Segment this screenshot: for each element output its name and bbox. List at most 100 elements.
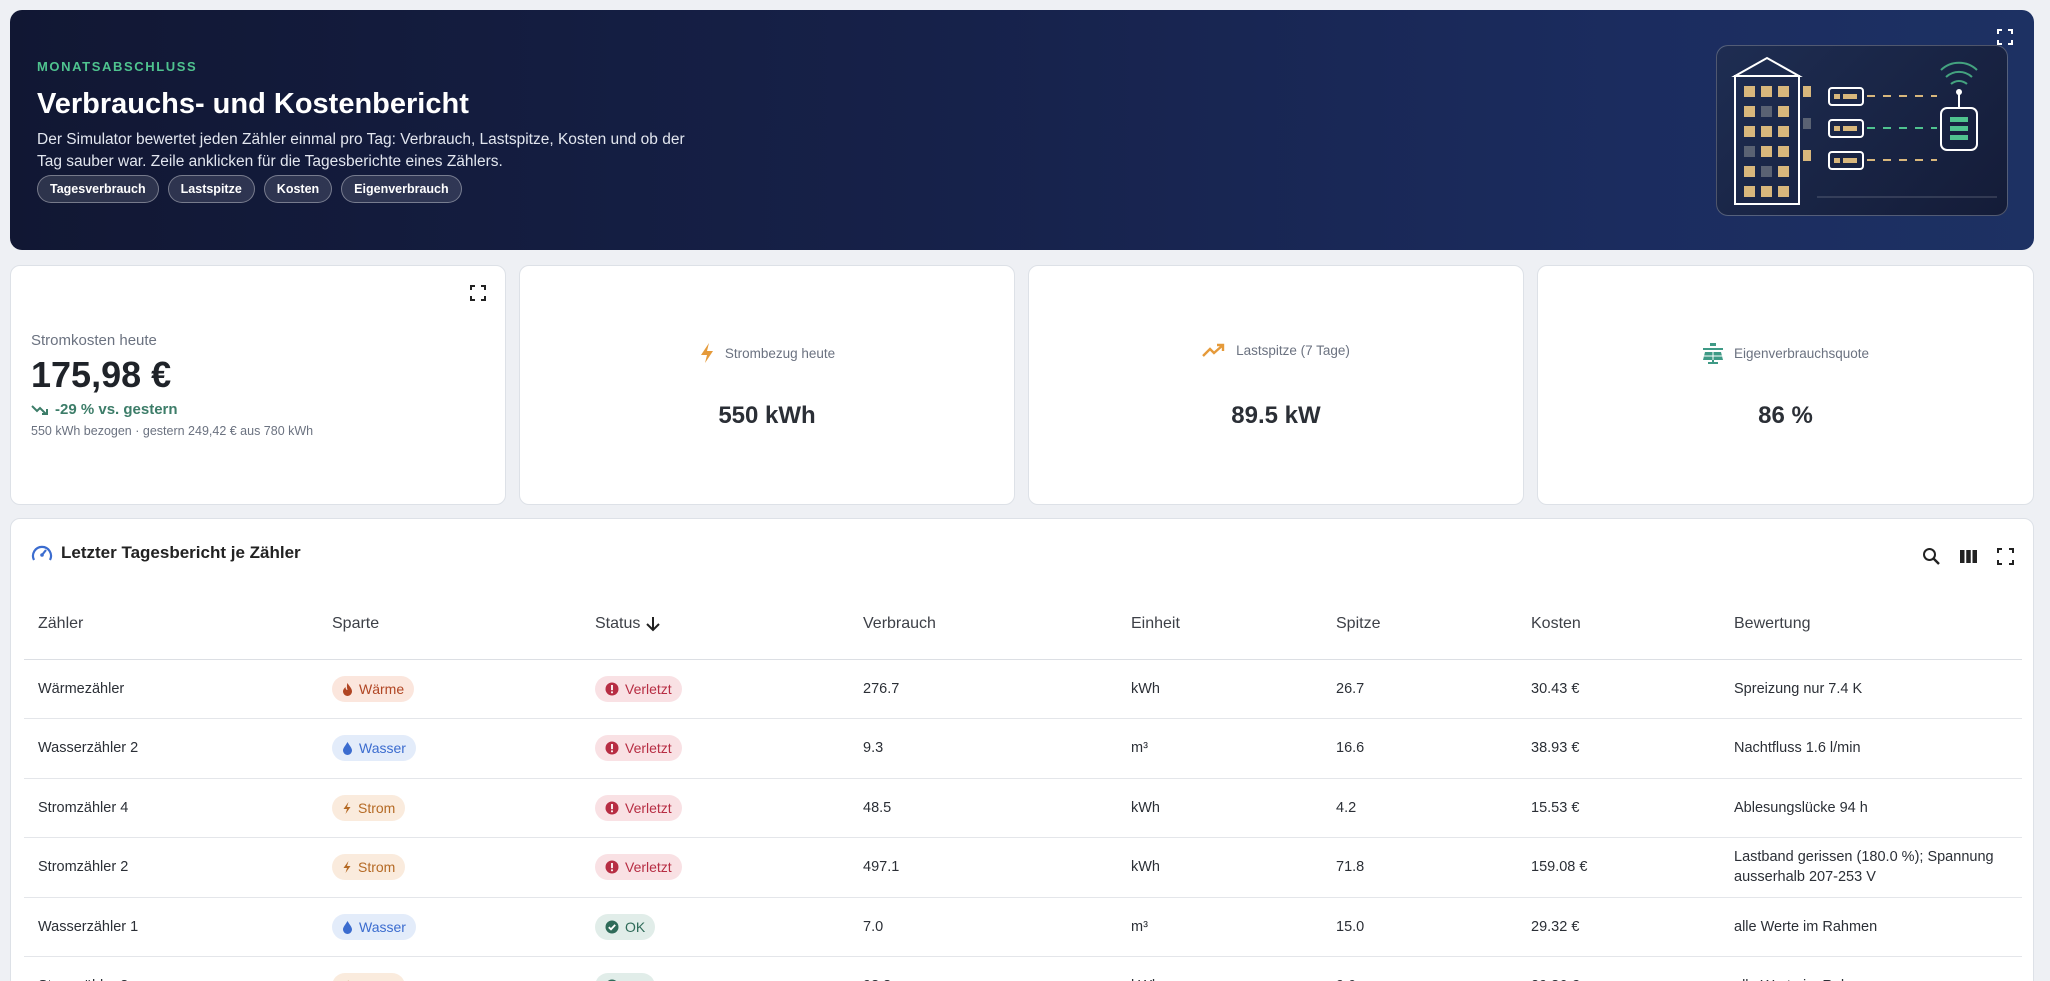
type-badge: Wärme	[332, 675, 415, 702]
cell-rating: alle Werte im Rahmen	[1720, 956, 2022, 981]
cell-status: Verletzt	[581, 778, 849, 838]
cell-consumption: 276.7	[849, 659, 1117, 719]
cell-meter: Wärmezähler	[24, 659, 318, 719]
table-toolbar	[1922, 547, 2015, 566]
column-header-unit[interactable]: Einheit	[1117, 589, 1322, 660]
column-header-peak[interactable]: Spitze	[1322, 589, 1517, 660]
cell-rating: Nachtfluss 1.6 l/min	[1720, 718, 2022, 779]
cell-type: Wasser	[318, 718, 581, 779]
kpi-peak-label: Lastspitze (7 Tage)	[1236, 342, 1350, 358]
type-badge-label: Wasser	[359, 918, 406, 935]
cell-peak: 9.0	[1322, 956, 1517, 981]
cell-rating: Lastband gerissen (180.0 %); Spannung au…	[1720, 837, 2022, 898]
type-badge-label: Strom	[358, 859, 396, 876]
column-header-type[interactable]: Sparte	[318, 589, 581, 660]
cell-type: Strom	[318, 956, 581, 981]
cell-rating: Spreizung nur 7.4 K	[1720, 659, 2022, 719]
panel-title: Letzter Tagesbericht je Zähler	[31, 543, 301, 563]
kpi-peak-header: Lastspitze (7 Tage)	[1029, 342, 1523, 358]
bolt-icon	[700, 343, 713, 363]
solar-panel-icon	[1702, 343, 1723, 364]
cell-consumption: 9.3	[849, 718, 1117, 779]
fullscreen-icon[interactable]	[1996, 28, 2014, 46]
cell-peak: 71.8	[1322, 837, 1517, 898]
columns-icon[interactable]	[1959, 547, 1978, 566]
cell-cost: 29.86 €	[1517, 956, 1720, 981]
cell-meter: Wasserzähler 2	[24, 718, 318, 779]
table-row[interactable]: Stromzähler 2 Strom Verletzt 497.1 kWh 71.8 15…	[24, 837, 2022, 898]
status-badge-label: Verletzt	[625, 740, 672, 757]
cell-peak: 15.0	[1322, 897, 1517, 957]
cell-status: Verletzt	[581, 659, 849, 719]
status-badge: OK	[595, 973, 656, 981]
column-header-cost[interactable]: Kosten	[1517, 589, 1720, 660]
status-badge: Verletzt	[595, 794, 682, 821]
table-row[interactable]: Wärmezähler Wärme Verletzt 276.7 kWh 26.7 30.4…	[24, 659, 2022, 719]
cell-peak: 4.2	[1322, 778, 1517, 838]
page-title: Verbrauchs- und Kostenbericht	[37, 88, 469, 120]
chip-tagesverbrauch: Tagesverbrauch	[37, 175, 159, 203]
kpi-cost-trend: -29 % vs. gestern	[31, 401, 178, 418]
fullscreen-icon[interactable]	[469, 284, 487, 302]
cell-type: Wasser	[318, 897, 581, 957]
fullscreen-icon[interactable]	[1996, 547, 2015, 566]
table-row[interactable]: Wasserzähler 2 Wasser Verletzt 9.3 m³ 16.6 38.…	[24, 718, 2022, 779]
bolt-icon	[343, 801, 351, 814]
cell-unit: kWh	[1117, 837, 1322, 898]
arrow-down-icon	[646, 616, 661, 632]
type-badge: Wasser	[332, 735, 416, 762]
table-row[interactable]: Stromzähler 3 Strom OK 93.3kWh9.029.86 €all…	[24, 956, 2022, 981]
kpi-self-header: Eigenverbrauchsquote	[1538, 342, 2033, 364]
kpi-peak-value: 89.5 kW	[1231, 402, 1321, 429]
kpi-self-label: Eigenverbrauchsquote	[1733, 345, 1870, 361]
cell-consumption: 93.3	[849, 956, 1117, 981]
kpi-grid-header: Strombezug heute	[520, 342, 1014, 364]
cell-meter: Stromzähler 2	[24, 837, 318, 898]
cell-rating: alle Werte im Rahmen	[1720, 897, 2022, 957]
cell-status: OK	[581, 897, 849, 957]
search-icon[interactable]	[1922, 547, 1941, 566]
cell-cost: 15.53 €	[1517, 778, 1720, 838]
flame-icon	[343, 682, 352, 696]
chip-eigenverbrauch: Eigenverbrauch	[341, 175, 462, 203]
bolt-icon	[343, 861, 351, 874]
table-header-row: Zähler Sparte Status Verbrauch Einheit S…	[24, 589, 2022, 660]
hero-chips: Tagesverbrauch Lastspitze Kosten Eigenve…	[37, 175, 462, 203]
cell-unit: m³	[1117, 718, 1322, 779]
cell-peak: 26.7	[1322, 659, 1517, 719]
type-badge-label: Wärme	[359, 680, 405, 697]
kpi-grid-value: 550 kWh	[718, 402, 816, 429]
cell-consumption: 7.0	[849, 897, 1117, 957]
cell-meter: Wasserzähler 1	[24, 897, 318, 957]
column-header-status[interactable]: Status	[581, 589, 849, 660]
kpi-cost-trend-text: -29 % vs. gestern	[55, 401, 178, 418]
cell-cost: 29.32 €	[1517, 897, 1720, 957]
cell-rating: Ablesungslücke 94 h	[1720, 778, 2022, 838]
status-badge-label: Verletzt	[625, 859, 672, 876]
cell-type: Strom	[318, 778, 581, 838]
table-row[interactable]: Wasserzähler 1 Wasser OK 7.0 m³ 15.0 29.32 € al…	[24, 897, 2022, 957]
cell-status: Verletzt	[581, 837, 849, 898]
table-row[interactable]: Stromzähler 4 Strom Verletzt 48.5 kWh 4.2 15.5…	[24, 778, 2022, 838]
column-header-meter[interactable]: Zähler	[24, 589, 318, 660]
chip-lastspitze: Lastspitze	[167, 175, 255, 203]
type-badge-label: Wasser	[359, 740, 406, 757]
status-badge-label: Verletzt	[625, 799, 672, 816]
type-badge: Wasser	[332, 913, 416, 940]
column-header-rating[interactable]: Bewertung	[1720, 589, 2022, 660]
cell-cost: 159.08 €	[1517, 837, 1720, 898]
kpi-self-value: 86 %	[1758, 402, 1813, 429]
cell-meter: Stromzähler 4	[24, 778, 318, 838]
check-circle-icon	[605, 920, 619, 934]
column-header-consumption[interactable]: Verbrauch	[849, 589, 1117, 660]
status-badge-label: Verletzt	[625, 680, 672, 697]
cell-unit: m³	[1117, 897, 1322, 957]
cell-cost: 38.93 €	[1517, 718, 1720, 779]
cell-status: Verletzt	[581, 718, 849, 779]
kpi-cost-subtext: 550 kWh bezogen · gestern 249,42 € aus 7…	[31, 424, 314, 438]
hero-description: Der Simulator bewertet jeden Zähler einm…	[37, 131, 685, 170]
kpi-card-grid-draw: Strombezug heute 550 kWh	[519, 265, 1015, 505]
kpi-card-peak: Lastspitze (7 Tage) 89.5 kW	[1028, 265, 1524, 505]
cell-type: Strom	[318, 837, 581, 898]
type-badge: Strom	[332, 973, 406, 981]
